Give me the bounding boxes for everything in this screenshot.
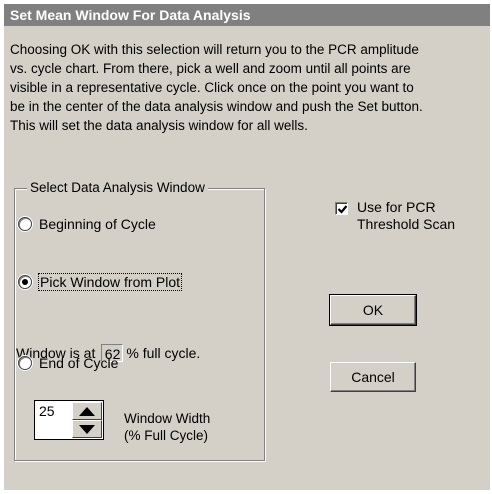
description-line: visible in a representative cycle. Click… <box>10 80 414 95</box>
radio-end-of-cycle[interactable]: End of Cycle <box>18 354 118 372</box>
radio-button[interactable] <box>18 217 32 231</box>
threshold-scan-checkbox[interactable] <box>335 202 348 215</box>
spinner-buttons <box>72 402 102 438</box>
threshold-scan-label-line1: Use for PCR <box>357 199 436 215</box>
radio-beginning-of-cycle[interactable]: Beginning of Cycle <box>18 215 156 233</box>
window-width-label: Window Width (% Full Cycle) <box>124 410 210 444</box>
spinner-up-button[interactable] <box>72 402 102 420</box>
description-line: Choosing OK with this selection will ret… <box>10 42 419 57</box>
triangle-down-icon <box>79 424 95 434</box>
checkmark-icon <box>337 205 348 214</box>
radio-button[interactable] <box>18 356 32 370</box>
window-width-spinner[interactable]: 25 <box>34 400 104 440</box>
window-width-label-line2: (% Full Cycle) <box>124 428 209 443</box>
window-suffix-label: % full cycle. <box>126 345 201 361</box>
radio-button-selected[interactable] <box>18 275 32 289</box>
threshold-scan-label: Use for PCR Threshold Scan <box>357 199 455 233</box>
threshold-scan-checkbox-row[interactable]: Use for PCR Threshold Scan <box>335 199 455 233</box>
ok-button[interactable]: OK <box>329 294 417 326</box>
radio-label: End of Cycle <box>39 355 119 371</box>
dialog-title: Set Mean Window For Data Analysis <box>4 4 490 26</box>
spinner-down-button[interactable] <box>72 420 102 438</box>
threshold-scan-label-line2: Threshold Scan <box>357 216 456 232</box>
cancel-button[interactable]: Cancel <box>330 362 416 392</box>
description-line: be in the center of the data analysis wi… <box>10 99 423 114</box>
radio-pick-window-from-plot[interactable]: Pick Window from Plot <box>18 273 183 291</box>
description-line: vs. cycle chart. From there, pick a well… <box>10 61 411 76</box>
radio-label: Beginning of Cycle <box>39 216 156 232</box>
radio-label: Pick Window from Plot <box>37 273 183 291</box>
description-text: Choosing OK with this selection will ret… <box>10 40 488 135</box>
triangle-up-icon <box>79 406 95 416</box>
description-line: This will set the data analysis window f… <box>10 118 308 133</box>
spinner-value[interactable]: 25 <box>39 403 55 419</box>
groupbox-legend: Select Data Analysis Window <box>27 180 208 196</box>
window-width-label-line1: Window Width <box>124 411 211 426</box>
